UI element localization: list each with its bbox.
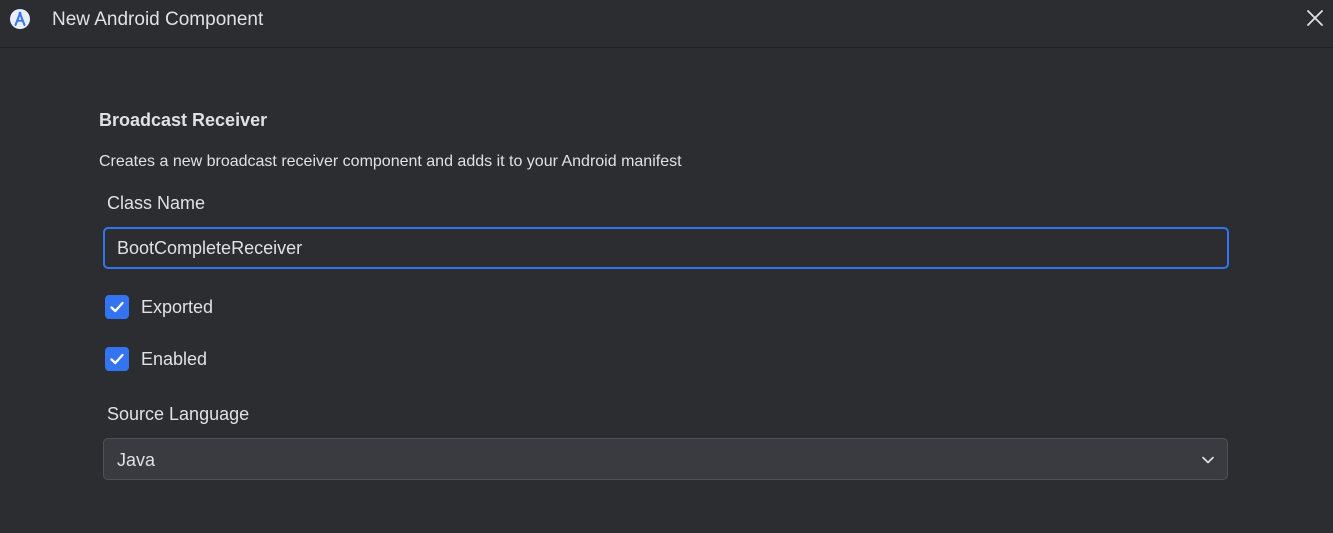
check-icon bbox=[110, 353, 124, 365]
exported-checkbox-box[interactable] bbox=[105, 295, 129, 319]
class-name-label: Class Name bbox=[107, 193, 206, 213]
section-description: Creates a new broadcast receiver compone… bbox=[99, 153, 682, 170]
section-heading: Broadcast Receiver bbox=[99, 110, 268, 130]
source-language-select[interactable]: Java bbox=[103, 438, 1228, 480]
check-icon bbox=[110, 301, 124, 313]
source-language-value: Java bbox=[117, 450, 156, 470]
source-language-label: Source Language bbox=[107, 404, 250, 424]
enabled-checkbox-box[interactable] bbox=[105, 347, 129, 371]
window-title: New Android Component bbox=[52, 9, 264, 30]
exported-label: Exported bbox=[141, 297, 214, 317]
enabled-label: Enabled bbox=[141, 349, 208, 369]
android-studio-icon bbox=[10, 9, 30, 29]
title-bar: New Android Component bbox=[0, 0, 1333, 48]
class-name-input[interactable] bbox=[103, 227, 1229, 269]
chevron-down-icon bbox=[1202, 456, 1214, 464]
close-icon[interactable] bbox=[1304, 7, 1326, 29]
